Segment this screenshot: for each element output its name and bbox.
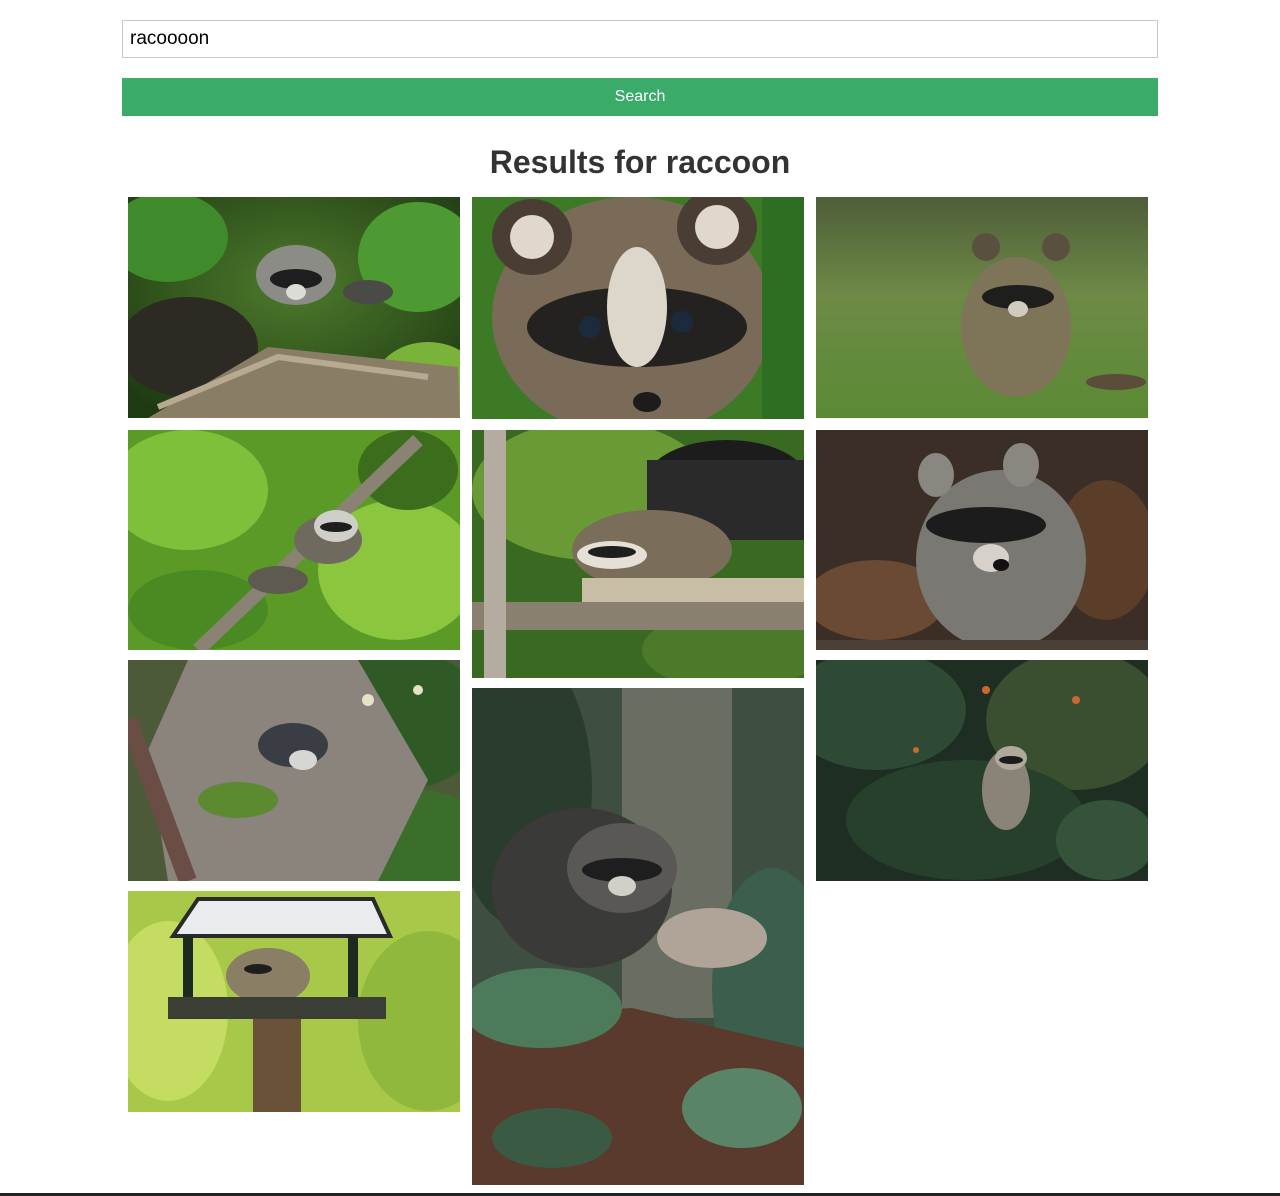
result-image-raccoon-on-platform[interactable] xyxy=(472,430,804,678)
search-button[interactable]: Search xyxy=(122,78,1158,116)
results-heading: Results for raccoon xyxy=(489,144,791,180)
search-input[interactable] xyxy=(122,20,1158,58)
result-image-raccoon-closeup[interactable] xyxy=(472,197,804,419)
result-image-raccoon-in-forest[interactable] xyxy=(472,688,804,1185)
result-image-raccoon-on-dirt[interactable] xyxy=(816,430,1148,650)
result-image-raccoon-on-rock[interactable] xyxy=(128,660,460,881)
result-image-raccoon-on-branch[interactable] xyxy=(128,430,460,650)
result-image-raccoon-in-bird-feeder[interactable] xyxy=(128,891,460,1112)
result-image-raccoon-in-leaves[interactable] xyxy=(128,197,460,418)
result-image-raccoon-in-bushes[interactable] xyxy=(816,660,1148,881)
result-image-raccoon-on-grass[interactable] xyxy=(816,197,1148,418)
